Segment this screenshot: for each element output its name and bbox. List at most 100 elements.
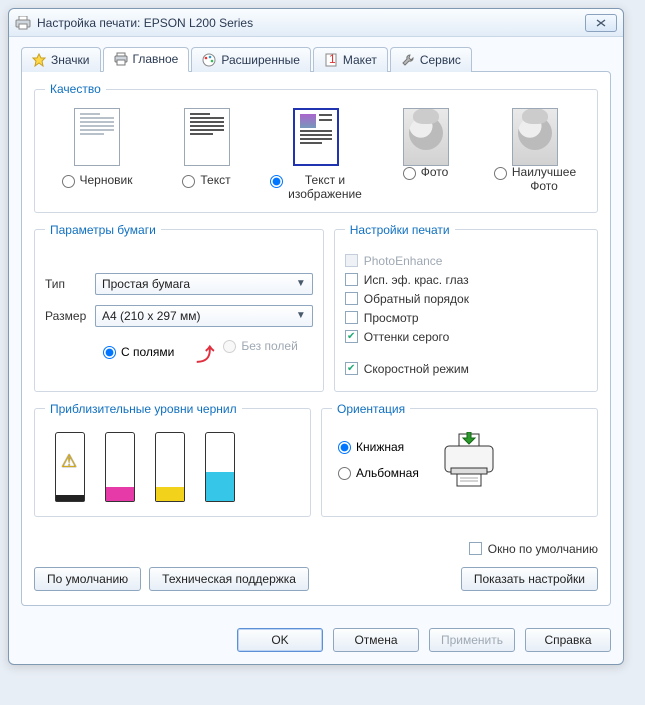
print-settings-dialog: Настройка печати: EPSON L200 Series Знач… xyxy=(8,8,624,665)
draft-thumb-icon xyxy=(74,108,120,166)
grayscale-checkbox[interactable]: ✔Оттенки серого xyxy=(345,330,587,344)
button-label: По умолчанию xyxy=(47,572,128,586)
cancel-button[interactable]: Отмена xyxy=(333,628,419,652)
quality-option-text[interactable]: Текст xyxy=(157,108,257,188)
quality-radio[interactable] xyxy=(494,167,507,180)
quality-label: Текст иизображение xyxy=(288,174,362,202)
print-settings-group: Настройки печати PhotoEnhance Исп. эф. к… xyxy=(334,223,598,392)
group-legend: Качество xyxy=(45,82,106,96)
group-legend: Параметры бумаги xyxy=(45,223,161,237)
default-window-checkbox[interactable]: Окно по умолчанию xyxy=(469,542,598,556)
checkbox-label: Скоростной режим xyxy=(364,362,469,376)
text-thumb-icon xyxy=(184,108,230,166)
button-label: OK xyxy=(271,633,288,647)
star-icon xyxy=(32,53,46,67)
combo-value: A4 (210 x 297 мм) xyxy=(102,309,201,323)
margins-radio xyxy=(223,340,236,353)
tab-label: Макет xyxy=(343,53,377,67)
orientation-radio[interactable] xyxy=(338,441,351,454)
orientation-landscape[interactable]: Альбомная xyxy=(338,466,419,480)
paper-size-combo[interactable]: A4 (210 x 297 мм) ▼ xyxy=(95,305,313,327)
margins-with-option[interactable]: С полями xyxy=(103,345,174,359)
tab-service[interactable]: Сервис xyxy=(390,47,472,72)
checkbox-icon xyxy=(469,542,482,555)
apply-button: Применить xyxy=(429,628,515,652)
orientation-group: Ориентация Книжная Альбомная xyxy=(321,402,598,517)
main-panel: Качество Черновик Текст xyxy=(21,71,611,606)
tab-icons[interactable]: Значки xyxy=(21,47,101,72)
orientation-portrait[interactable]: Книжная xyxy=(338,440,419,454)
printer-icon xyxy=(15,16,31,30)
tab-label: Главное xyxy=(133,52,179,66)
paper-type-combo[interactable]: Простая бумага ▼ xyxy=(95,273,313,295)
button-label: Справка xyxy=(544,633,591,647)
dialog-button-bar: OK Отмена Применить Справка xyxy=(9,618,623,664)
quality-option-draft[interactable]: Черновик xyxy=(47,108,147,188)
titlebar[interactable]: Настройка печати: EPSON L200 Series xyxy=(9,9,623,37)
button-label: Применить xyxy=(441,633,503,647)
checkbox-label: Исп. эф. крас. глаз xyxy=(364,273,469,287)
preview-checkbox[interactable]: Просмотр xyxy=(345,311,587,325)
button-label: Отмена xyxy=(354,633,397,647)
button-label: Показать настройки xyxy=(474,572,585,586)
quality-label: Текст xyxy=(200,174,230,188)
chevron-down-icon: ▼ xyxy=(296,278,306,289)
checkbox-checked-icon: ✔ xyxy=(345,362,358,375)
quality-option-text-image[interactable]: Текст иизображение xyxy=(266,108,366,202)
redeye-checkbox[interactable]: Исп. эф. крас. глаз xyxy=(345,273,587,287)
quality-label: Черновик xyxy=(80,174,133,188)
quality-option-best-photo[interactable]: НаилучшееФото xyxy=(485,108,585,194)
group-legend: Приблизительные уровни чернил xyxy=(45,402,242,416)
wrench-icon xyxy=(401,53,415,67)
ok-button[interactable]: OK xyxy=(237,628,323,652)
quality-radio[interactable] xyxy=(182,175,195,188)
ink-cartridge-magenta xyxy=(105,432,135,502)
chevron-down-icon: ▼ xyxy=(296,310,306,321)
annotation-mark-icon: ⤴ xyxy=(196,341,214,367)
tab-layout[interactable]: 1 Макет xyxy=(313,47,388,72)
orientation-label: Альбомная xyxy=(356,466,419,480)
printer-icon xyxy=(114,52,128,66)
paper-size-label: Размер xyxy=(45,309,95,323)
button-label: Техническая поддержка xyxy=(162,572,296,586)
text-image-thumb-icon xyxy=(293,108,339,166)
help-button[interactable]: Справка xyxy=(525,628,611,652)
fast-mode-checkbox[interactable]: ✔ Скоростной режим xyxy=(345,362,587,376)
quality-radio[interactable] xyxy=(270,175,283,188)
paper-type-label: Тип xyxy=(45,277,95,291)
quality-radio[interactable] xyxy=(62,175,75,188)
checkbox-icon xyxy=(345,311,358,324)
ink-cartridge-black xyxy=(55,432,85,502)
margins-label: С полями xyxy=(121,345,174,359)
window-title: Настройка печати: EPSON L200 Series xyxy=(37,16,585,30)
best-photo-thumb-icon xyxy=(512,108,558,166)
checkbox-label: Обратный порядок xyxy=(364,292,469,306)
checkbox-label: Оттенки серого xyxy=(364,330,450,344)
close-button[interactable] xyxy=(585,14,617,32)
photo-thumb-icon xyxy=(403,108,449,166)
tech-support-button[interactable]: Техническая поддержка xyxy=(149,567,309,591)
quality-radio[interactable] xyxy=(403,167,416,180)
group-legend: Ориентация xyxy=(332,402,410,416)
combo-value: Простая бумага xyxy=(102,277,190,291)
tab-main[interactable]: Главное xyxy=(103,47,190,72)
group-legend: Настройки печати xyxy=(345,223,455,237)
reverse-order-checkbox[interactable]: Обратный порядок xyxy=(345,292,587,306)
ink-cartridge-cyan xyxy=(205,432,235,502)
quality-label: Фото xyxy=(421,166,449,180)
orientation-label: Книжная xyxy=(356,440,404,454)
page-icon: 1 xyxy=(324,53,338,67)
defaults-button[interactable]: По умолчанию xyxy=(34,567,141,591)
tab-advanced[interactable]: Расширенные xyxy=(191,47,311,72)
photoenhance-checkbox: PhotoEnhance xyxy=(345,254,587,268)
dialog-body: Значки Главное Расширенные 1 Макет Серви… xyxy=(9,37,623,618)
margins-radio[interactable] xyxy=(103,346,116,359)
checkbox-label: Окно по умолчанию xyxy=(488,542,598,556)
quality-label: НаилучшееФото xyxy=(512,166,576,194)
quality-group: Качество Черновик Текст xyxy=(34,82,598,213)
quality-option-photo[interactable]: Фото xyxy=(376,108,476,180)
show-settings-button[interactable]: Показать настройки xyxy=(461,567,598,591)
orientation-radio[interactable] xyxy=(338,467,351,480)
tab-label: Значки xyxy=(51,53,90,67)
margins-borderless-option[interactable]: ⤴Без полей xyxy=(202,339,297,365)
